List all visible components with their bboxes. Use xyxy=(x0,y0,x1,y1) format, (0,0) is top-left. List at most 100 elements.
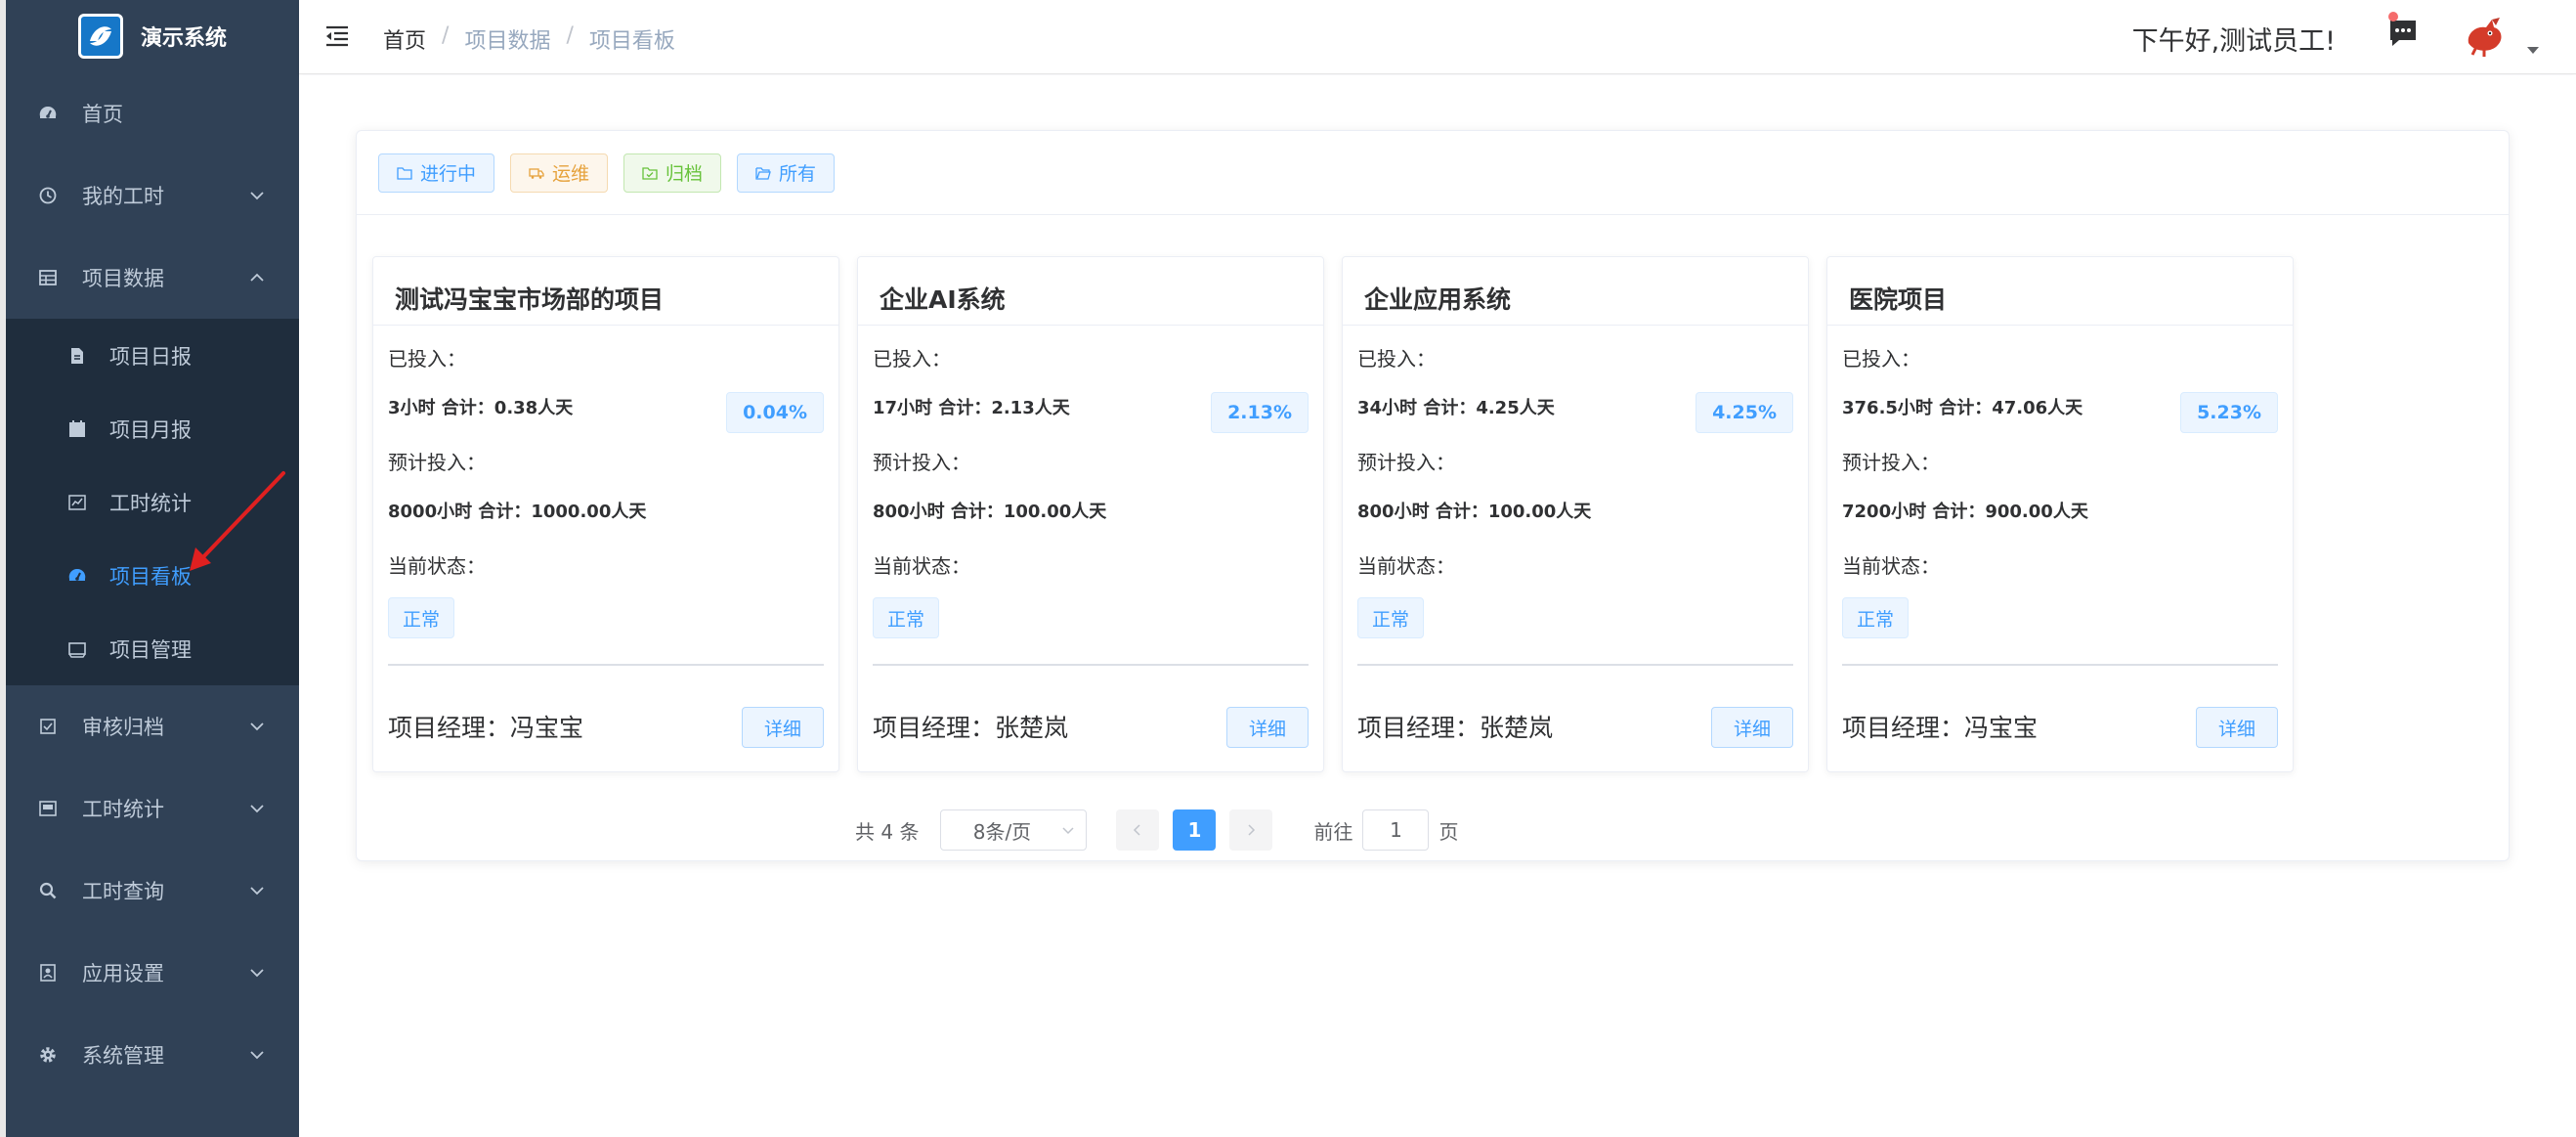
sidebar-item-label: 项目管理 xyxy=(109,637,192,662)
notification-dot xyxy=(2388,12,2398,22)
app-title: 演示系统 xyxy=(140,26,227,51)
logo[interactable]: 演示系统 xyxy=(6,0,299,72)
picture-icon xyxy=(37,798,59,819)
chevron-down-icon xyxy=(1062,827,1074,835)
chevron-up-icon xyxy=(250,273,264,282)
calendar-icon xyxy=(66,418,88,440)
chevron-right-icon xyxy=(1248,824,1256,836)
sidebar-item-project-data[interactable]: 项目数据 xyxy=(6,237,299,319)
project-card: 医院项目 已投入： 376.5小时 合计：47.06人天 5.23% 预计投入：… xyxy=(1826,256,2294,772)
planned-value: 800小时 合计：100.00人天 xyxy=(873,502,1107,522)
sidebar-item-system[interactable]: 系统管理 xyxy=(6,1014,299,1096)
clock-icon xyxy=(37,185,59,206)
sidebar-item-label: 应用设置 xyxy=(82,962,164,985)
invested-value: 3小时 合计：0.38人天 xyxy=(388,398,574,418)
filter-bar: 进行中 运维 归档 所有 xyxy=(357,131,2509,215)
chevron-down-icon xyxy=(250,969,264,978)
status-label: 当前状态： xyxy=(388,554,486,578)
planned-label: 预计投入： xyxy=(1357,451,1455,474)
chevron-down-icon xyxy=(250,1051,264,1060)
search-icon xyxy=(37,880,59,901)
next-page-button[interactable] xyxy=(1229,809,1273,851)
page-size-value: 8条/页 xyxy=(972,819,1032,844)
project-manager: 项目经理：张楚岚 xyxy=(873,714,1069,742)
divider xyxy=(388,664,824,666)
message-icon[interactable] xyxy=(2386,18,2420,49)
chart-icon xyxy=(66,492,88,513)
sidebar-item-label: 工时统计 xyxy=(109,491,192,515)
folder-icon xyxy=(397,166,412,180)
sidebar-item-label: 系统管理 xyxy=(82,1044,164,1068)
goto-suffix: 页 xyxy=(1438,819,1459,844)
invested-value: 376.5小时 合计：47.06人天 xyxy=(1842,398,2083,418)
sidebar-item-review-archive[interactable]: 审核归档 xyxy=(6,685,299,767)
truck-icon xyxy=(529,167,544,179)
filter-all-button[interactable]: 所有 xyxy=(737,153,836,193)
sidebar-item-label: 项目数据 xyxy=(82,267,164,290)
progress-percent-badge: 2.13% xyxy=(1211,392,1309,433)
sidebar-item-project-daily[interactable]: 项目日报 xyxy=(6,319,299,392)
sidebar-item-hour-query[interactable]: 工时查询 xyxy=(6,850,299,932)
sidebar-item-project-manage[interactable]: 项目管理 xyxy=(6,612,299,685)
invested-value: 17小时 合计：2.13人天 xyxy=(873,398,1070,418)
logo-icon xyxy=(77,14,123,59)
status-tag: 正常 xyxy=(1842,597,1910,638)
planned-value: 8000小时 合计：1000.00人天 xyxy=(388,502,647,522)
pagination-total: 共 4 条 xyxy=(855,819,920,844)
page-size-select[interactable]: 8条/页 xyxy=(940,809,1088,851)
breadcrumb-home[interactable]: 首页 xyxy=(383,23,426,55)
detail-button[interactable]: 详细 xyxy=(2195,707,2278,748)
page-number-current[interactable]: 1 xyxy=(1173,809,1217,851)
project-name: 医院项目 xyxy=(1827,257,2293,326)
planned-value: 7200小时 合计：900.00人天 xyxy=(1842,502,2088,522)
filter-archived-button[interactable]: 归档 xyxy=(623,153,722,193)
filter-in-progress-button[interactable]: 进行中 xyxy=(378,153,495,193)
status-label: 当前状态： xyxy=(1357,554,1455,578)
planned-label: 预计投入： xyxy=(388,451,486,474)
detail-button[interactable]: 详细 xyxy=(1225,707,1309,748)
project-board-panel: 进行中 运维 归档 所有 测试冯宝宝市场部的项目 已投入： 3小时 合计：0.3… xyxy=(356,130,2510,861)
planned-value: 800小时 合计：100.00人天 xyxy=(1357,502,1592,522)
invested-label: 已投入： xyxy=(388,347,466,371)
planned-label: 预计投入： xyxy=(873,451,970,474)
main-content: 进行中 运维 归档 所有 测试冯宝宝市场部的项目 已投入： 3小时 合计：0.3… xyxy=(299,75,2576,1137)
caret-down-icon[interactable] xyxy=(2527,47,2539,54)
goto-page-input[interactable]: 1 xyxy=(1362,809,1430,851)
breadcrumb-separator: / xyxy=(566,23,574,48)
filter-label: 所有 xyxy=(779,163,817,185)
divider xyxy=(1357,664,1793,666)
menu-fold-icon[interactable] xyxy=(324,23,350,49)
sidebar-item-label: 项目看板 xyxy=(109,564,192,589)
chevron-down-icon xyxy=(250,192,264,200)
sidebar-item-label: 工时查询 xyxy=(82,880,164,903)
progress-percent-badge: 4.25% xyxy=(1696,392,1793,433)
sidebar-item-hour-statistics[interactable]: 工时统计 xyxy=(6,767,299,850)
status-tag: 正常 xyxy=(388,597,455,638)
detail-button[interactable]: 详细 xyxy=(1710,707,1793,748)
document-icon xyxy=(66,345,88,367)
sidebar-item-home[interactable]: 首页 xyxy=(6,72,299,154)
sidebar-item-project-board[interactable]: 项目看板 xyxy=(6,539,299,612)
detail-button[interactable]: 详细 xyxy=(741,707,824,748)
status-label: 当前状态： xyxy=(873,554,970,578)
filter-label: 归档 xyxy=(665,163,704,185)
invested-label: 已投入： xyxy=(1842,347,1920,371)
filter-ops-button[interactable]: 运维 xyxy=(510,153,609,193)
submenu-project-data: 项目日报 项目月报 工时统计 项目看板 项目管理 xyxy=(6,319,299,685)
breadcrumb-separator: / xyxy=(442,23,450,48)
chevron-down-icon xyxy=(250,722,264,731)
project-name: 企业AI系统 xyxy=(858,257,1323,326)
chevron-left-icon xyxy=(1134,824,1140,836)
project-name: 测试冯宝宝市场部的项目 xyxy=(373,257,838,326)
sidebar-item-project-monthly[interactable]: 项目月报 xyxy=(6,392,299,465)
prev-page-button[interactable] xyxy=(1116,809,1160,851)
breadcrumb: 首页 / 项目数据 / 项目看板 xyxy=(383,23,675,55)
user-card-icon xyxy=(37,962,59,984)
sidebar-item-app-settings[interactable]: 应用设置 xyxy=(6,932,299,1014)
project-manager: 项目经理：冯宝宝 xyxy=(1842,714,2039,742)
chevron-down-icon xyxy=(250,887,264,896)
sidebar-item-label: 工时统计 xyxy=(82,798,164,821)
sidebar-item-my-hours[interactable]: 我的工时 xyxy=(6,154,299,237)
sidebar-item-hour-stats[interactable]: 工时统计 xyxy=(6,465,299,539)
avatar[interactable] xyxy=(2463,14,2508,59)
